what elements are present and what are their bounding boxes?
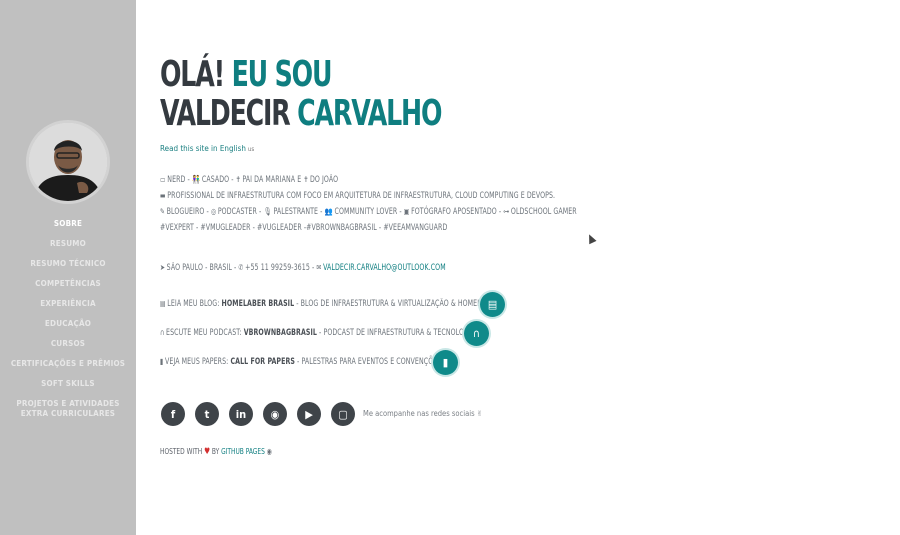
contact-phone: +55 11 99259-3615: [245, 263, 310, 273]
twitter-icon[interactable]: t: [195, 402, 219, 426]
nav-item-certificacoes[interactable]: CERTIFICAÇÕES E PRÊMIOS: [0, 354, 136, 374]
title-line2-accent: CARVALHO: [297, 93, 442, 134]
bio-hashtags: #VEXPERT - #VMUGLEADER - #VUGLEADER -#VB…: [160, 223, 448, 233]
bio-joao: DO JOÃO: [309, 175, 339, 185]
nav-item-cursos[interactable]: CURSOS: [0, 334, 136, 354]
hosted-text: HOSTED WITH: [160, 447, 203, 456]
mouse-cursor-icon: [585, 232, 597, 245]
sidebar-nav: SOBRE RESUMO RESUMO TÉCNICO COMPETÊNCIAS…: [0, 214, 136, 424]
nav-item-competencias[interactable]: COMPETÊNCIAS: [0, 274, 136, 294]
bio-gamer: OLDSCHOOL GAMER: [510, 207, 577, 217]
follow-text: Me acompanhe nas redes sociais ✌: [363, 409, 483, 418]
nav-item-resumo[interactable]: RESUMO: [0, 234, 136, 254]
github-small-icon: ◉: [266, 447, 272, 456]
pencil-icon: ✎: [160, 207, 166, 216]
book-icon[interactable]: ▤: [480, 292, 505, 317]
bio-line-4: #VEXPERT - #VMUGLEADER - #VUGLEADER -#VB…: [160, 223, 447, 233]
bio-line-2: ▬ PROFISSIONAL DE INFRAESTRUTURA COM FOCO…: [160, 191, 555, 201]
twitch-icon[interactable]: ▢: [331, 402, 355, 426]
title-line2-plain: VALDECIR: [160, 93, 298, 134]
bio-nerd: NERD: [167, 175, 186, 185]
nav-item-experiencia[interactable]: EXPERIÊNCIA: [0, 294, 136, 314]
github-icon[interactable]: ◉: [263, 402, 287, 426]
bio-profissional: PROFISSIONAL DE INFRAESTRUTURA COM FOCO …: [167, 191, 556, 201]
bio-casado: CASADO: [201, 175, 230, 185]
title-line1-plain: OLÁ!: [160, 54, 232, 95]
papers-desc: - PALESTRAS PARA EVENTOS E CONVENÇÕES: [294, 357, 442, 367]
blog-name-link[interactable]: HOMELABER BRASIL: [222, 299, 295, 309]
camera-icon: ▣: [403, 207, 410, 216]
by-text: BY: [211, 447, 220, 456]
bio-line-1: ▭ NERD - 👫 CASADO - ✝ PAI DA MARIANA E ✝ DO …: [160, 175, 339, 185]
linkedin-icon[interactable]: in: [229, 402, 253, 426]
book-small-icon: ▤: [160, 299, 166, 308]
podcast-line: ∩ ESCUTE MEU PODCAST: VBROWNBAGBRASIL - P…: [160, 328, 475, 338]
podcast-prefix: ESCUTE MEU PODCAST:: [166, 328, 242, 338]
nav-item-resumo-tecnico[interactable]: RESUMO TÉCNICO: [0, 254, 136, 274]
youtube-icon[interactable]: ▶: [297, 402, 321, 426]
us-flag-icon: us: [247, 146, 255, 153]
couple-icon: 👫: [191, 175, 201, 184]
contact-location: SÃO PAULO - BRASIL: [166, 263, 232, 273]
blog-desc: - BLOG DE INFRAESTRUTURA & VIRTUALIZAÇÃO…: [294, 299, 490, 309]
title-line1-accent: EU SOU: [231, 54, 333, 95]
bio-blogueiro: BLOGUEIRO: [166, 207, 205, 217]
papers-prefix: VEJA MEUS PAPERS:: [164, 357, 229, 367]
contact-email-link[interactable]: VALDECIR.CARVALHO@OUTLOOK.COM: [323, 263, 446, 273]
gamepad-icon: ⊶: [503, 207, 510, 216]
child-icon: ✝: [235, 175, 241, 184]
blog-line: ▤ LEIA MEU BLOG: HOMELABER BRASIL - BLOG …: [160, 299, 490, 309]
nav-item-projetos[interactable]: PROJETOS E ATIVIDADES EXTRA CURRICULARES: [0, 394, 136, 424]
file-icon[interactable]: ▮: [433, 350, 458, 375]
bio-fotografo: FOTÓGRAFO APOSENTADO: [411, 207, 497, 217]
papers-line: ▮ VEJA MEUS PAPERS: CALL FOR PAPERS - PAL…: [160, 357, 441, 367]
phone-icon: ✆: [238, 263, 244, 272]
podcast-name-link[interactable]: VBROWNBAGBRASIL: [244, 328, 317, 338]
facebook-icon[interactable]: f: [161, 402, 185, 426]
nav-item-educacao[interactable]: EDUCAÇÃO: [0, 314, 136, 334]
broadcast-icon: ◎: [210, 207, 217, 216]
podcast-icon[interactable]: ∩: [464, 321, 489, 346]
blog-prefix: LEIA MEU BLOG:: [167, 299, 220, 309]
file-small-icon: ▮: [160, 357, 164, 366]
profile-photo: [29, 123, 107, 201]
papers-name-link[interactable]: CALL FOR PAPERS: [230, 357, 295, 367]
heart-icon: ♥: [204, 447, 211, 457]
users-icon: 👥: [324, 207, 333, 216]
page-title: OLÁ! EU SOU VALDECIR CARVALHO: [160, 54, 442, 134]
podcast-desc: - PODCAST DE INFRAESTRUTURA & TECNOLOGIA: [316, 328, 476, 338]
bio-podcaster: PODCASTER: [217, 207, 257, 217]
microphone-icon: 🎙: [263, 207, 272, 216]
child-icon-2: ✝: [303, 175, 309, 184]
english-link[interactable]: Read this site in English us: [160, 144, 254, 153]
english-link-text[interactable]: Read this site in English: [160, 144, 246, 153]
avatar: [29, 123, 107, 201]
briefcase-icon: ▬: [160, 191, 166, 200]
sidebar: SOBRE RESUMO RESUMO TÉCNICO COMPETÊNCIAS…: [0, 0, 136, 535]
headphones-small-icon: ∩: [160, 328, 165, 337]
laptop-icon: ▭: [160, 175, 166, 184]
envelope-icon: ✉: [316, 263, 322, 272]
bio-line-3: ✎ BLOGUEIRO - ◎ PODCASTER - 🎙 PALESTRANTE -…: [160, 207, 577, 217]
contact-line: ➤ SÃO PAULO - BRASIL - ✆ +55 11 99259-3615…: [160, 263, 446, 273]
nav-item-sobre[interactable]: SOBRE: [0, 214, 136, 234]
bio-pai: PAI DA MARIANA E: [242, 175, 302, 185]
github-pages-link[interactable]: GITHUB PAGES: [221, 447, 265, 456]
bio-community: COMMUNITY LOVER: [334, 207, 398, 217]
bio-palestrante: PALESTRANTE: [273, 207, 319, 217]
nav-item-soft-skills[interactable]: SOFT SKILLS: [0, 374, 136, 394]
footer-hosted: HOSTED WITH ♥ BY GITHUB PAGES ◉: [160, 447, 274, 457]
location-arrow-icon: ➤: [160, 263, 166, 272]
